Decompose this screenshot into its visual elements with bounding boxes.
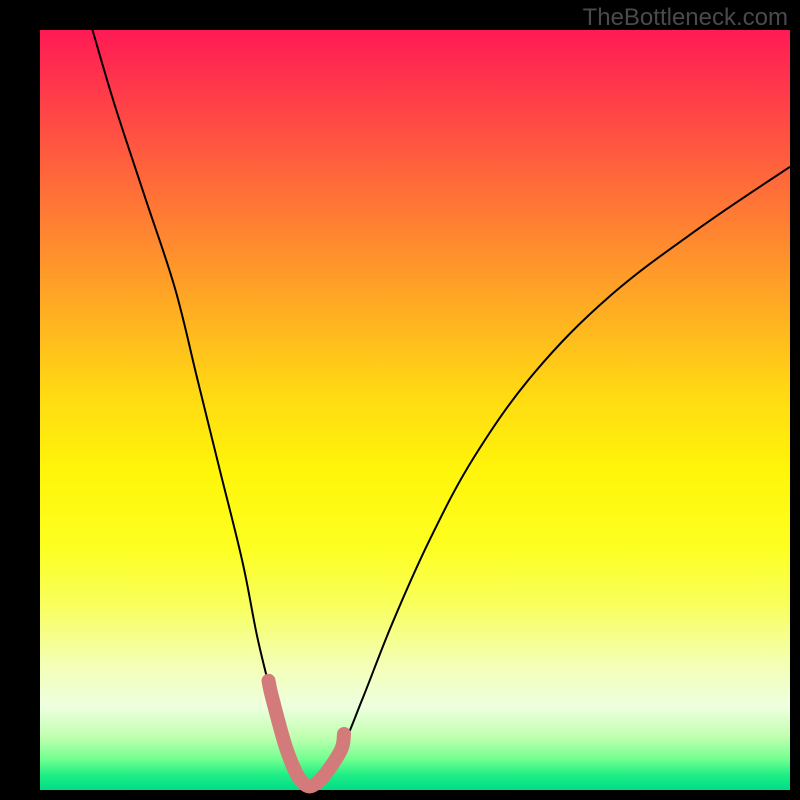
chart-svg	[40, 30, 790, 790]
bottleneck-curve	[93, 30, 791, 787]
plot-area	[40, 30, 790, 790]
optimal-range-highlight	[269, 681, 345, 787]
watermark-text: TheBottleneck.com	[583, 4, 788, 32]
